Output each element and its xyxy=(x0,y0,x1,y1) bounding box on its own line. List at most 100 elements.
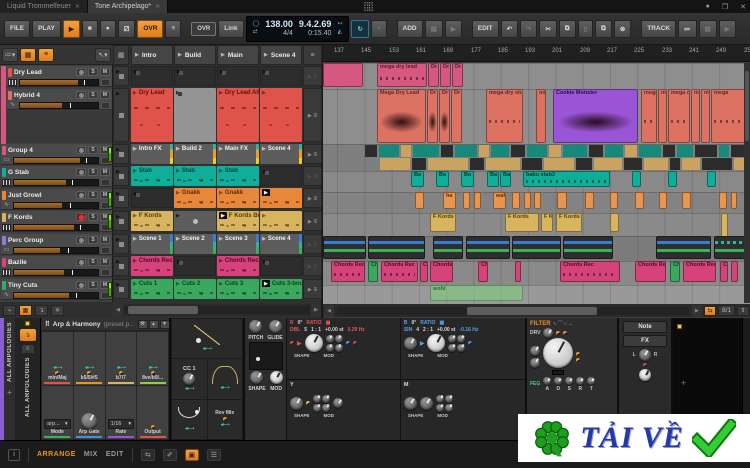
arranger-clip[interactable] xyxy=(635,192,644,209)
arranger-clip[interactable]: Mega Dry Lead xyxy=(377,89,426,143)
small-knob[interactable] xyxy=(334,334,343,343)
redo-button[interactable]: ↷ xyxy=(520,19,538,38)
op-alg[interactable]: DBL xyxy=(290,327,300,334)
volume-tick[interactable] xyxy=(80,224,81,230)
arranger-clip[interactable] xyxy=(663,145,675,157)
mute-button[interactable]: M xyxy=(100,68,110,76)
track-name[interactable]: Hybrid 4 xyxy=(14,92,74,99)
cutoff-knob[interactable] xyxy=(543,338,573,368)
arranger-clip[interactable] xyxy=(491,145,509,157)
arranger-clip[interactable] xyxy=(625,145,637,157)
launcher-clip-slot[interactable]: Gnakk xyxy=(217,188,259,208)
track-name[interactable]: Bazile xyxy=(8,259,74,266)
track-volume-meter[interactable] xyxy=(19,101,99,109)
arranger-clip[interactable] xyxy=(323,236,366,259)
play-button[interactable]: ▶ xyxy=(62,19,80,38)
param-cell[interactable]: ●⟷ b7/7 xyxy=(105,332,137,385)
launcher-clip-slot[interactable]: Cuts 3 xyxy=(217,279,259,299)
arranger-clip[interactable]: me xyxy=(536,89,546,143)
arranger-clip[interactable]: Chords Rec xyxy=(331,261,365,282)
arranger-clip[interactable]: Dr xyxy=(451,89,462,143)
track-output-box[interactable] xyxy=(101,78,110,86)
param-cell[interactable]: 1/16 ▾ Rate xyxy=(105,386,137,439)
scroll-left-icon[interactable]: ◀ xyxy=(113,304,123,316)
launcher-clip-slot[interactable]: ≡ xyxy=(303,88,322,142)
arp-gate-knob[interactable] xyxy=(81,413,98,429)
mixer-panel-toggle-icon[interactable]: ☰ xyxy=(206,448,221,461)
modulator-revmix[interactable]: Rev Mix ●⟷ xyxy=(207,399,242,439)
track-name[interactable]: Just Growl xyxy=(8,192,74,199)
small-knob[interactable] xyxy=(334,343,343,352)
arranger-clip[interactable] xyxy=(610,213,619,232)
solo-button[interactable]: S xyxy=(88,146,98,154)
arranger-clip[interactable]: Ch xyxy=(720,261,728,282)
arranger-clip[interactable]: Ch xyxy=(368,261,378,282)
modulator-ramp[interactable]: ●⟷ xyxy=(172,319,242,359)
small-knob[interactable] xyxy=(322,394,330,403)
grid-icon[interactable]: ▦ xyxy=(19,304,32,316)
modulator-lfo[interactable]: ●⟷ xyxy=(172,399,207,439)
launcher-clip-slot[interactable]: Main FX xyxy=(217,144,259,164)
op-b-mod-knob[interactable] xyxy=(427,334,446,352)
track-row[interactable]: Group 4 S M xyxy=(1,144,112,165)
record-button[interactable]: ● xyxy=(99,19,116,38)
track-filter-menu-button[interactable]: ≔ ▾ xyxy=(2,47,18,62)
launcher-clip-slot[interactable]: ≡ xyxy=(303,256,322,276)
arranger-clip[interactable]: Chords Rec xyxy=(381,261,418,282)
launcher-clip-slot[interactable]: ≡ xyxy=(303,279,322,299)
arranger-clip[interactable] xyxy=(605,145,623,157)
filter-small-knob-2[interactable] xyxy=(530,357,540,368)
device-preset-name[interactable]: (preset p... xyxy=(103,321,134,328)
arranger-clip[interactable]: Ba xyxy=(436,171,449,187)
fill-button[interactable]: ≡ xyxy=(165,19,182,38)
tab-mix[interactable]: MIX xyxy=(84,451,98,458)
op-alg[interactable]: SIN xyxy=(404,327,412,334)
arranger-clip[interactable]: Ba xyxy=(487,171,499,187)
arranger-clip[interactable]: Dr xyxy=(440,63,451,87)
global-shape-knob[interactable] xyxy=(250,371,264,384)
launcher-clip-slot[interactable]: ≡ xyxy=(303,144,322,164)
track-row[interactable]: Hybrid 4 S M xyxy=(7,89,112,110)
track-name[interactable]: G Stab xyxy=(8,169,74,176)
launcher-clip-slot[interactable] xyxy=(113,279,129,299)
launcher-clip-slot[interactable] xyxy=(217,66,259,86)
track-volume-meter[interactable] xyxy=(13,223,99,231)
launcher-clip-slot[interactable]: F Kords Bri... xyxy=(217,211,259,231)
expand-down-icon[interactable]: ▼ xyxy=(159,319,169,329)
cc-knob[interactable] xyxy=(183,372,196,385)
zoom-mode-icon[interactable]: ⇆ xyxy=(703,305,716,316)
track-instrument-icon[interactable]: ▤ xyxy=(698,19,717,38)
zoom-level-value[interactable]: 8/1 xyxy=(717,305,735,316)
snap-icon[interactable]: ⌁ xyxy=(3,304,16,316)
device-enabled-indicator[interactable] xyxy=(25,321,30,326)
arranger-clip[interactable] xyxy=(512,192,520,209)
file-menu-button[interactable]: FILE xyxy=(4,19,31,38)
track-name[interactable]: Perc Group xyxy=(8,237,74,244)
launcher-clip-slot[interactable] xyxy=(113,144,129,164)
record-arm-button[interactable] xyxy=(76,281,86,289)
arranger-clip[interactable] xyxy=(522,158,542,170)
launcher-clip-slot[interactable]: Scene 1 xyxy=(131,234,173,254)
track-name[interactable]: Dry Lead xyxy=(14,69,74,76)
track-volume-meter[interactable] xyxy=(13,178,99,186)
mode-select[interactable]: arp... ▾ xyxy=(44,419,71,429)
freq-value[interactable]: -0.16 Hz xyxy=(459,327,478,334)
arranger-clip[interactable]: F Kords xyxy=(556,213,582,232)
arranger-clip[interactable] xyxy=(624,158,642,170)
layer-device-icon[interactable]: ↴ xyxy=(19,329,36,341)
launcher-clip-slot[interactable]: Cuts 3-bou... xyxy=(260,279,302,299)
mod-pad[interactable] xyxy=(248,342,283,370)
solo-button[interactable]: S xyxy=(88,168,98,176)
solo-button[interactable]: S xyxy=(88,258,98,266)
launcher-clip-slot[interactable] xyxy=(260,256,302,276)
arranger-clip[interactable]: mega di xyxy=(668,89,690,143)
delete-button[interactable]: ⊗ xyxy=(613,19,632,38)
filter-type-box[interactable] xyxy=(552,370,564,375)
paste-button[interactable]: ▯ xyxy=(577,19,594,38)
arranger-clip[interactable]: Dr xyxy=(452,63,463,87)
launcher-clip-slot[interactable] xyxy=(260,88,302,142)
record-arm-button[interactable] xyxy=(76,236,86,244)
small-knob[interactable] xyxy=(313,394,321,403)
modulator-cc[interactable]: CC 1 ●⟷ xyxy=(172,359,207,399)
pen-tool-icon[interactable]: ✐ xyxy=(162,448,177,461)
